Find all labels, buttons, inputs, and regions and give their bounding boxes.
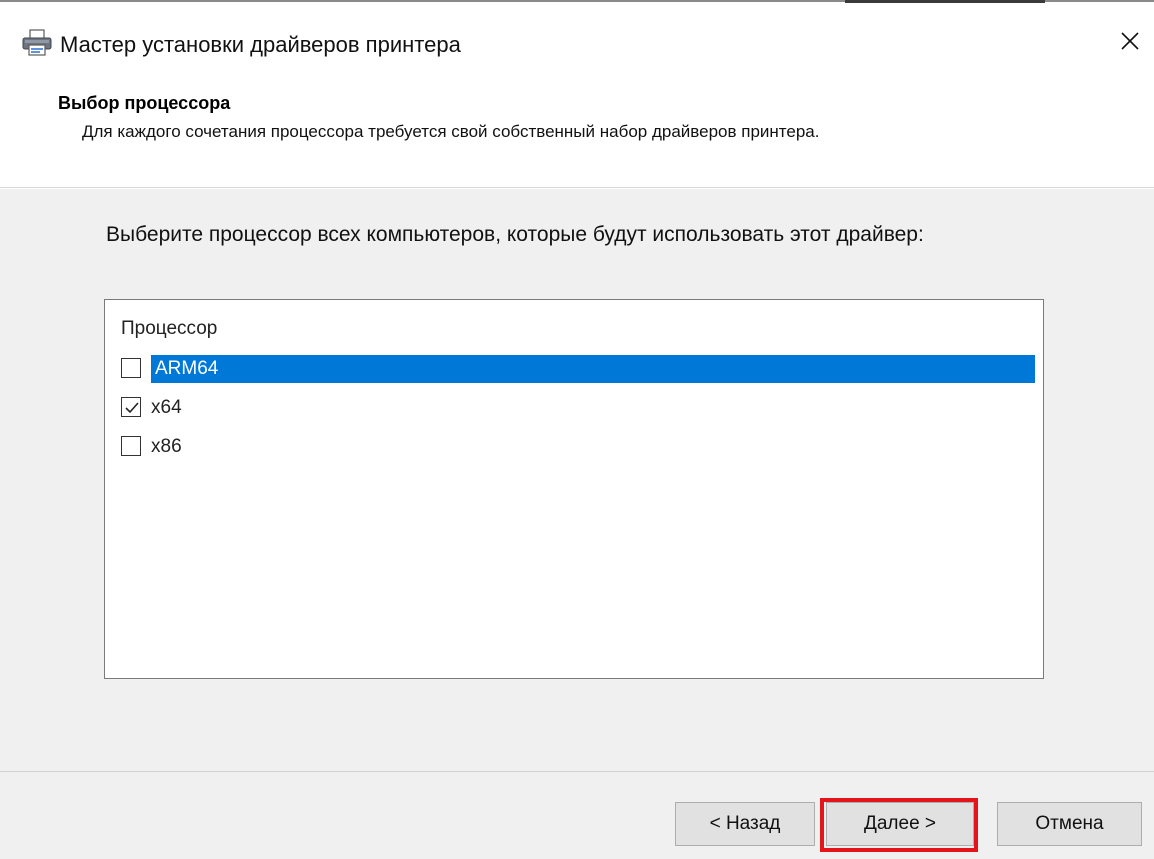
checkbox-arm64[interactable] — [121, 358, 141, 378]
page-title: Выбор процессора — [58, 93, 231, 113]
list-item-arm64[interactable]: ARM64 — [109, 350, 1035, 386]
checkbox-x64[interactable] — [121, 397, 141, 417]
close-button[interactable] — [1110, 21, 1150, 65]
list-item-x86[interactable]: x86 — [109, 428, 1033, 464]
list-item-label: x64 — [151, 397, 182, 418]
processor-list[interactable]: Процессор ARM64 x64 x86 — [104, 299, 1044, 679]
checkbox-x86[interactable] — [121, 436, 141, 456]
title-bar: Мастер установки драйверов принтера — [0, 5, 1154, 83]
window-title: Мастер установки драйверов принтера — [60, 32, 461, 57]
page-description: Для каждого сочетания процессора требует… — [82, 122, 820, 141]
list-item-x64[interactable]: x64 — [109, 389, 1033, 425]
printer-icon — [22, 29, 52, 57]
wizard-footer: < Назад Далее > Отмена — [0, 771, 1154, 859]
instruction-text: Выберите процессор всех компьютеров, кот… — [106, 223, 924, 246]
list-item-label: x86 — [151, 436, 182, 457]
back-button[interactable]: < Назад — [675, 802, 815, 846]
list-item-label: ARM64 — [151, 355, 1035, 383]
next-button[interactable]: Далее > — [826, 802, 974, 846]
cancel-button[interactable]: Отмена — [997, 802, 1142, 846]
checkmark-icon — [125, 402, 139, 414]
wizard-header: Выбор процессора Для каждого сочетания п… — [0, 83, 1154, 188]
close-icon — [1120, 31, 1140, 56]
wizard-content: Выберите процессор всех компьютеров, кот… — [0, 189, 1154, 771]
edge-line-dark — [845, 0, 1045, 3]
list-column-header: Процессор — [121, 318, 218, 339]
